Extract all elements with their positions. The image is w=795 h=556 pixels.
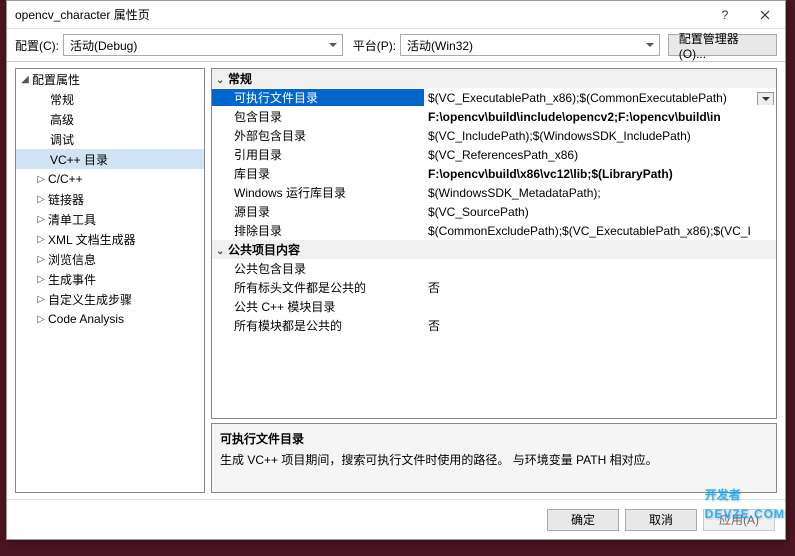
- group-label: 常规: [228, 72, 252, 86]
- tree-root[interactable]: ◢配置属性: [16, 69, 204, 89]
- close-icon: [760, 10, 770, 20]
- tree-item[interactable]: ▷Code Analysis: [16, 309, 204, 329]
- property-row[interactable]: 排除目录$(CommonExcludePath);$(VC_Executable…: [212, 221, 776, 240]
- property-label: Windows 运行库目录: [212, 184, 424, 201]
- titlebar: opencv_character 属性页 ?: [7, 1, 785, 29]
- tree-label: 生成事件: [48, 271, 96, 288]
- property-page-dialog: opencv_character 属性页 ? 配置(C): 活动(Debug) …: [6, 0, 786, 540]
- property-label: 引用目录: [212, 146, 424, 163]
- property-grid-body[interactable]: ⌄常规可执行文件目录$(VC_ExecutablePath_x86);$(Com…: [212, 69, 776, 418]
- window-title: opencv_character 属性页: [15, 6, 705, 23]
- expand-icon: ▷: [36, 174, 46, 185]
- property-grid: ⌄常规可执行文件目录$(VC_ExecutablePath_x86);$(Com…: [211, 68, 777, 419]
- property-label: 公共 C++ 模块目录: [212, 298, 424, 315]
- tree-item[interactable]: 常规: [16, 89, 204, 109]
- tree-item[interactable]: ▷生成事件: [16, 269, 204, 289]
- property-label: 所有标头文件都是公共的: [212, 279, 424, 296]
- property-value[interactable]: $(VC_SourcePath): [424, 205, 776, 219]
- group-label: 公共项目内容: [228, 243, 300, 257]
- description-title: 可执行文件目录: [220, 430, 768, 447]
- config-row: 配置(C): 活动(Debug) 平台(P): 活动(Win32) 配置管理器(…: [7, 29, 785, 61]
- collapse-icon: ⌄: [216, 246, 228, 257]
- tree-item[interactable]: ▷XML 文档生成器: [16, 229, 204, 249]
- property-value[interactable]: F:\opencv\build\x86\vc12\lib;$(LibraryPa…: [424, 167, 776, 181]
- collapse-icon: ⌄: [216, 75, 228, 86]
- tree-label: C/C++: [48, 172, 83, 186]
- dropdown-icon[interactable]: [757, 92, 774, 105]
- ok-button[interactable]: 确定: [547, 509, 619, 531]
- tree-item[interactable]: 调试: [16, 129, 204, 149]
- tree-label: 链接器: [48, 191, 84, 208]
- platform-label: 平台(P):: [353, 37, 396, 54]
- tree-label: 调试: [50, 131, 74, 148]
- property-row[interactable]: 所有标头文件都是公共的否: [212, 278, 776, 297]
- tree-item[interactable]: ▷链接器: [16, 189, 204, 209]
- config-manager-button[interactable]: 配置管理器(O)...: [668, 34, 777, 56]
- description-panel: 可执行文件目录 生成 VC++ 项目期间，搜索可执行文件时使用的路径。 与环境变…: [211, 423, 777, 493]
- tree-label: XML 文档生成器: [48, 231, 136, 248]
- property-value[interactable]: $(WindowsSDK_MetadataPath);: [424, 186, 776, 200]
- help-button[interactable]: ?: [705, 1, 745, 29]
- property-row[interactable]: Windows 运行库目录$(WindowsSDK_MetadataPath);: [212, 183, 776, 202]
- tree-item[interactable]: ▷自定义生成步骤: [16, 289, 204, 309]
- property-row[interactable]: 可执行文件目录$(VC_ExecutablePath_x86);$(Common…: [212, 88, 776, 107]
- property-row[interactable]: 公共包含目录: [212, 259, 776, 278]
- property-label: 库目录: [212, 165, 424, 182]
- expand-icon: ▷: [36, 314, 46, 325]
- property-value[interactable]: $(CommonExcludePath);$(VC_ExecutablePath…: [424, 224, 776, 238]
- property-row[interactable]: 引用目录$(VC_ReferencesPath_x86): [212, 145, 776, 164]
- property-label: 所有模块都是公共的: [212, 317, 424, 334]
- footer: 确定 取消 应用(A): [7, 499, 785, 539]
- category-tree[interactable]: ◢配置属性常规高级调试VC++ 目录▷C/C++▷链接器▷清单工具▷XML 文档…: [15, 68, 205, 493]
- apply-button[interactable]: 应用(A): [703, 509, 775, 531]
- tree-item[interactable]: ▷浏览信息: [16, 249, 204, 269]
- expand-icon: ▷: [36, 234, 46, 245]
- tree-label: 清单工具: [48, 211, 96, 228]
- expand-icon: ▷: [36, 294, 46, 305]
- tree-label: 常规: [50, 91, 74, 108]
- tree-label: Code Analysis: [48, 312, 124, 326]
- property-label: 排除目录: [212, 222, 424, 239]
- property-value[interactable]: F:\opencv\build\include\opencv2;F:\openc…: [424, 110, 776, 124]
- property-row[interactable]: 包含目录F:\opencv\build\include\opencv2;F:\o…: [212, 107, 776, 126]
- property-row[interactable]: 源目录$(VC_SourcePath): [212, 202, 776, 221]
- property-row[interactable]: 外部包含目录$(VC_IncludePath);$(WindowsSDK_Inc…: [212, 126, 776, 145]
- close-button[interactable]: [745, 1, 785, 29]
- expand-icon: ▷: [36, 214, 46, 225]
- property-value[interactable]: $(VC_ReferencesPath_x86): [424, 148, 776, 162]
- property-row[interactable]: 公共 C++ 模块目录: [212, 297, 776, 316]
- tree-label: 高级: [50, 111, 74, 128]
- property-label: 外部包含目录: [212, 127, 424, 144]
- expand-icon: ▷: [36, 274, 46, 285]
- tree-item[interactable]: ▷C/C++: [16, 169, 204, 189]
- description-body: 生成 VC++ 项目期间，搜索可执行文件时使用的路径。 与环境变量 PATH 相…: [220, 451, 768, 468]
- property-value[interactable]: $(VC_IncludePath);$(WindowsSDK_IncludePa…: [424, 129, 776, 143]
- property-group[interactable]: ⌄公共项目内容: [212, 240, 776, 259]
- property-value[interactable]: 否: [424, 317, 776, 334]
- tree-item[interactable]: 高级: [16, 109, 204, 129]
- property-value[interactable]: 否: [424, 279, 776, 296]
- property-row[interactable]: 所有模块都是公共的否: [212, 316, 776, 335]
- expand-icon: ◢: [20, 74, 30, 85]
- tree-label: 配置属性: [32, 71, 80, 88]
- cancel-button[interactable]: 取消: [625, 509, 697, 531]
- config-dropdown[interactable]: 活动(Debug): [63, 34, 343, 56]
- property-label: 公共包含目录: [212, 260, 424, 277]
- property-label: 源目录: [212, 203, 424, 220]
- tree-item[interactable]: VC++ 目录: [16, 149, 204, 169]
- tree-label: VC++ 目录: [50, 151, 108, 168]
- property-value[interactable]: $(VC_ExecutablePath_x86);$(CommonExecuta…: [424, 91, 776, 105]
- expand-icon: ▷: [36, 254, 46, 265]
- property-label: 包含目录: [212, 108, 424, 125]
- config-label: 配置(C):: [15, 37, 59, 54]
- tree-label: 浏览信息: [48, 251, 96, 268]
- platform-dropdown[interactable]: 活动(Win32): [400, 34, 660, 56]
- property-group[interactable]: ⌄常规: [212, 69, 776, 88]
- tree-item[interactable]: ▷清单工具: [16, 209, 204, 229]
- expand-icon: ▷: [36, 194, 46, 205]
- property-label: 可执行文件目录: [212, 89, 424, 106]
- property-row[interactable]: 库目录F:\opencv\build\x86\vc12\lib;$(Librar…: [212, 164, 776, 183]
- tree-label: 自定义生成步骤: [48, 291, 132, 308]
